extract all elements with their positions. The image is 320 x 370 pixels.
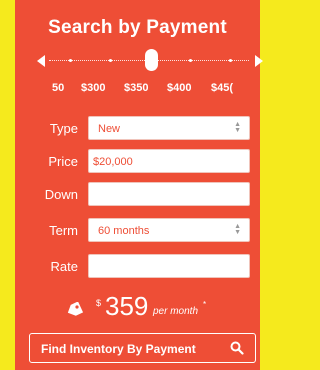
term-selected-value: 60 months [98, 225, 150, 237]
find-inventory-button[interactable]: Find Inventory By Payment [29, 333, 256, 363]
slider-tick-label: $350 [124, 82, 149, 94]
type-label: Type [49, 121, 78, 136]
search-icon [230, 341, 244, 355]
price-label: Price [48, 154, 78, 169]
select-chevron-icon: ▲ ▼ [234, 223, 241, 236]
price-tag-icon [67, 302, 84, 316]
currency-symbol: $ [96, 298, 102, 308]
select-chevron-icon: ▲ ▼ [234, 121, 241, 134]
search-by-payment-panel: Search by Payment 50 $300 $350 $400 $45(… [15, 0, 263, 370]
slider-tick-dot [69, 59, 72, 62]
slider-tick-dot [189, 59, 192, 62]
payment-slider-handle[interactable] [145, 49, 158, 71]
price-input[interactable]: $20,000 [88, 149, 250, 173]
rate-row: Rate [15, 254, 260, 278]
down-label: Down [44, 187, 78, 202]
down-payment-input[interactable] [88, 182, 250, 206]
monthly-payment-result: $ 359 per month * [15, 291, 260, 321]
find-inventory-label: Find Inventory By Payment [41, 342, 196, 356]
slider-tick-label: 50 [52, 82, 65, 94]
slider-tick-label: $45( [211, 82, 234, 94]
slider-tick-label: $400 [167, 82, 192, 94]
rate-label: Rate [50, 259, 78, 274]
term-label: Term [49, 223, 78, 238]
term-row: Term 60 months ▲ ▼ [15, 218, 260, 242]
slider-tick-dot [229, 59, 232, 62]
term-select[interactable]: 60 months ▲ ▼ [88, 218, 250, 242]
type-row: Type New ▲ ▼ [15, 116, 260, 140]
monthly-payment-amount: 359 [105, 291, 149, 321]
type-select[interactable]: New ▲ ▼ [88, 116, 250, 140]
panel-title: Search by Payment [48, 17, 227, 38]
slider-tick-label: $300 [81, 82, 106, 94]
type-selected-value: New [98, 123, 121, 135]
price-row: Price $20,000 [15, 149, 260, 173]
slider-tick-dot [109, 59, 112, 62]
per-month-text: per month [153, 306, 199, 317]
slider-right-arrow-icon[interactable] [255, 55, 263, 67]
footnote-marker: * [203, 300, 207, 309]
rate-input[interactable] [88, 254, 250, 278]
slider-tick-labels: 50 $300 $350 $400 $45( [15, 82, 260, 96]
down-row: Down [15, 182, 260, 206]
slider-left-arrow-icon[interactable] [37, 55, 45, 67]
